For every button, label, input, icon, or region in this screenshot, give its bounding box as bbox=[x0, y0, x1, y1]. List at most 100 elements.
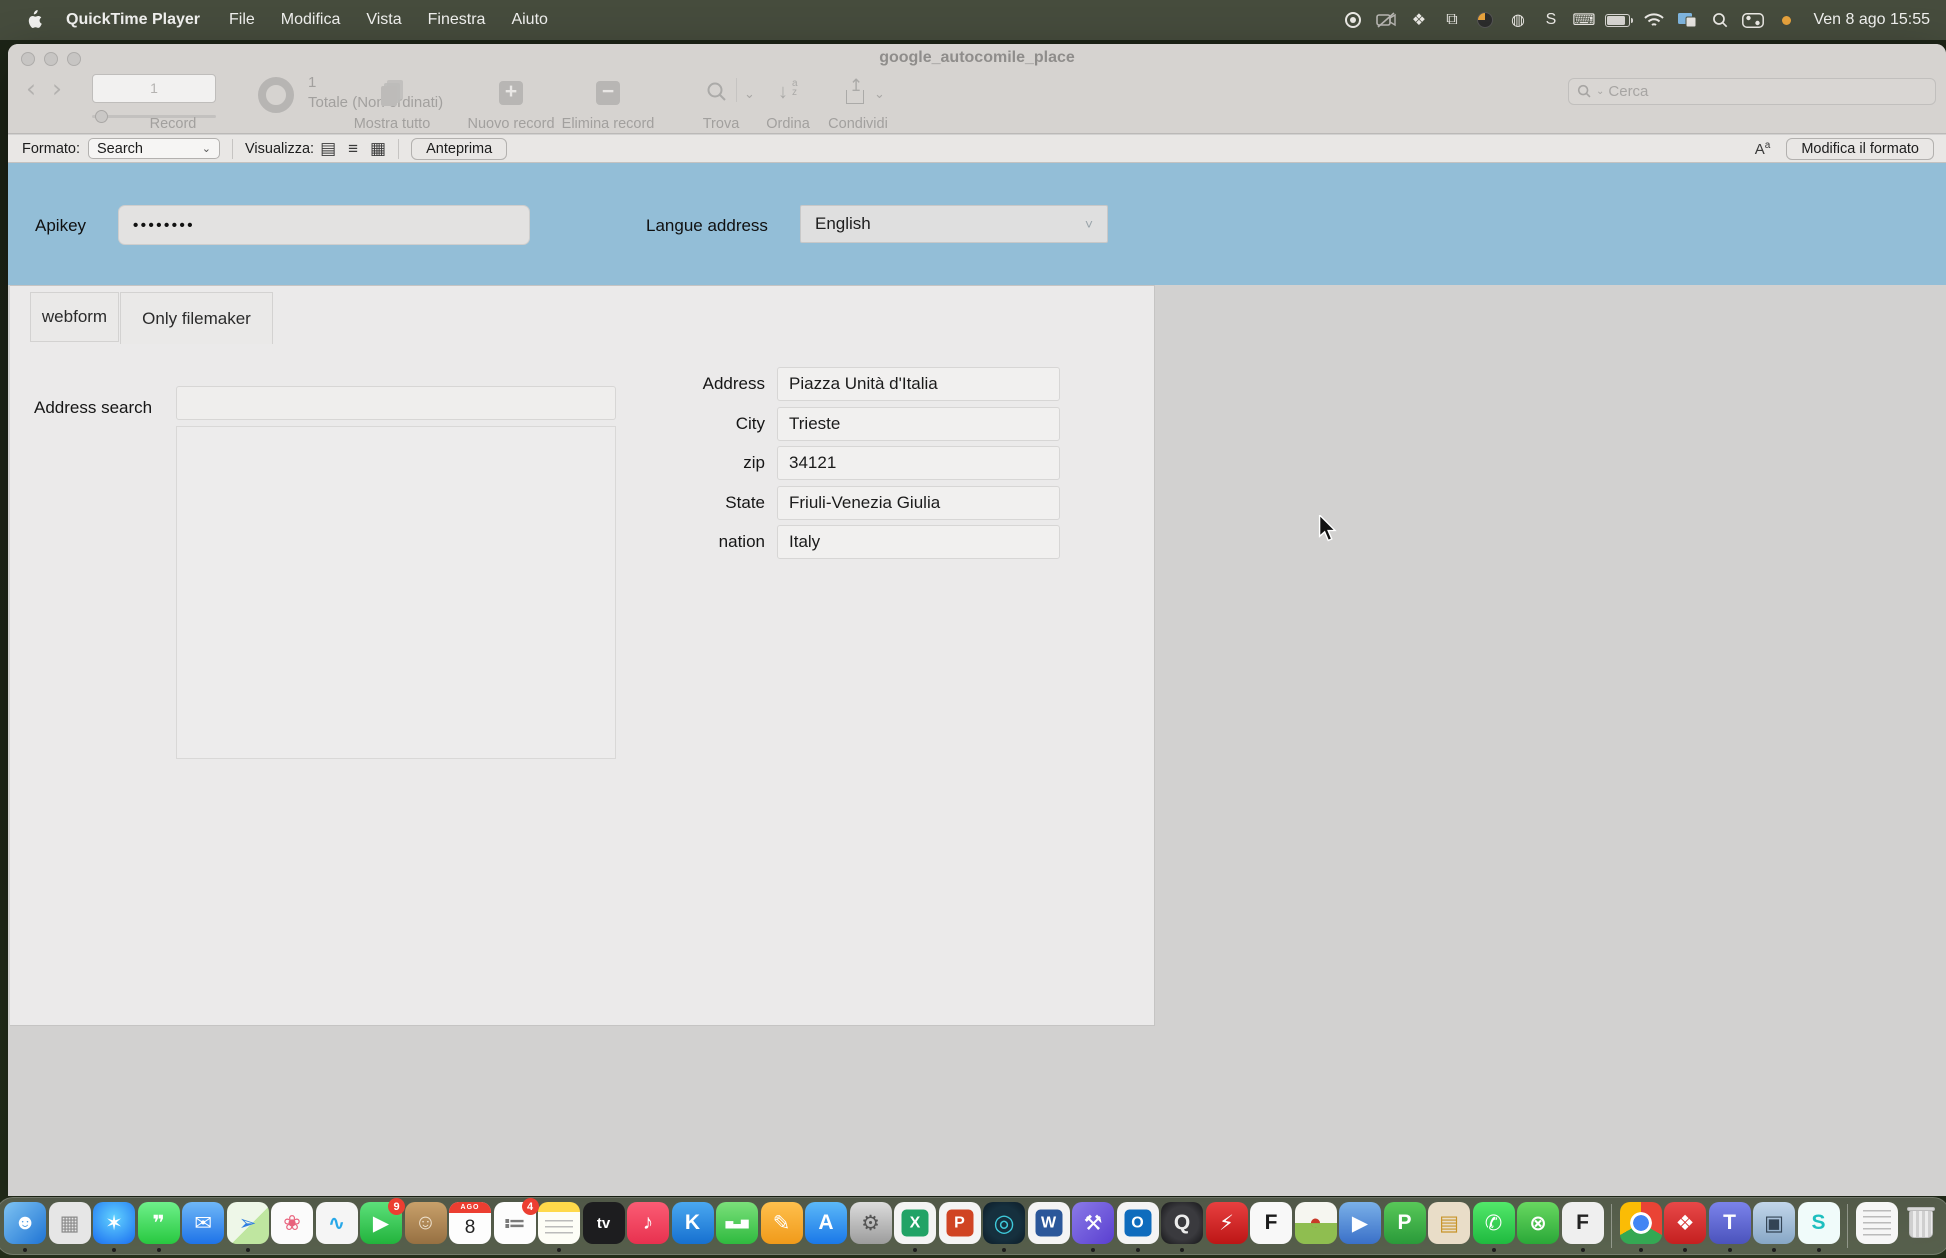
dock-item-photos[interactable]: ❀ bbox=[271, 1200, 313, 1252]
menu-app-name[interactable]: QuickTime Player bbox=[54, 11, 212, 29]
field-zip[interactable]: 34121 bbox=[777, 446, 1060, 480]
dock-item-quicktime-player[interactable]: Q bbox=[1161, 1200, 1203, 1252]
dock-item-apple-tv[interactable]: tv bbox=[583, 1200, 625, 1252]
dock-item-excel[interactable]: X bbox=[894, 1200, 936, 1252]
dock-item-calendar[interactable]: AGO8 bbox=[449, 1200, 491, 1252]
notification-dot-icon[interactable] bbox=[1774, 8, 1798, 32]
window-titlebar[interactable]: google_autocomile_place bbox=[8, 44, 1946, 68]
dropbox-icon[interactable]: ❖ bbox=[1407, 8, 1431, 32]
apikey-label: Apikey bbox=[35, 216, 86, 236]
battery-icon[interactable] bbox=[1605, 8, 1634, 32]
dock-item-virtual-machine-app[interactable]: ▣ bbox=[1753, 1200, 1795, 1252]
form-view-icon[interactable]: ▤ bbox=[320, 139, 336, 159]
dock-item-powerpoint[interactable]: P bbox=[939, 1200, 981, 1252]
dock-item-f-dark-app[interactable]: F bbox=[1562, 1200, 1604, 1252]
keyboard-icon[interactable]: ⌨ bbox=[1572, 8, 1596, 32]
dock-item-developer-tool[interactable]: ⚒ bbox=[1072, 1200, 1114, 1252]
alert-badge-icon[interactable] bbox=[1473, 8, 1497, 32]
dock-item-minimized-document[interactable] bbox=[1856, 1200, 1898, 1252]
dock-item-keynote[interactable]: K bbox=[672, 1200, 714, 1252]
delete-record-button[interactable]: Elimina record bbox=[562, 116, 655, 132]
dock-item-p-green-app[interactable]: P bbox=[1384, 1200, 1426, 1252]
finder-running-dot bbox=[23, 1248, 27, 1252]
dock-item-teams[interactable]: T bbox=[1709, 1200, 1751, 1252]
table-view-icon[interactable]: ▦ bbox=[370, 139, 386, 159]
current-record-field[interactable]: 1 bbox=[92, 74, 216, 103]
record-status-icon[interactable] bbox=[1341, 8, 1365, 32]
apikey-field[interactable]: •••••••• bbox=[118, 205, 530, 245]
dock-item-safari[interactable]: ✶ bbox=[93, 1200, 135, 1252]
dock-item-freeform[interactable]: ∿ bbox=[316, 1200, 358, 1252]
dock-item-chrome[interactable] bbox=[1620, 1200, 1662, 1252]
dock-item-facetime[interactable]: ▶9 bbox=[360, 1200, 402, 1252]
record-slider-knob[interactable] bbox=[95, 110, 108, 123]
mail-app-status-icon[interactable]: ⧉ bbox=[1440, 8, 1464, 32]
tab-webform[interactable]: webform bbox=[30, 292, 119, 342]
dock-item-mail[interactable]: ✉ bbox=[182, 1200, 224, 1252]
sort-button[interactable]: Ordina bbox=[766, 116, 810, 132]
dock-item-claris-filemaker[interactable]: ◎ bbox=[983, 1200, 1025, 1252]
dock-item-round-utility-app[interactable]: ◓ bbox=[1295, 1200, 1337, 1252]
language-select[interactable]: English ˅ bbox=[800, 205, 1108, 243]
list-view-icon[interactable]: ≡ bbox=[348, 139, 358, 159]
show-all-button[interactable]: Mostra tutto bbox=[354, 116, 431, 132]
dock-item-messages[interactable]: ❞ bbox=[138, 1200, 180, 1252]
dock-item-finder[interactable]: ☻ bbox=[4, 1200, 46, 1252]
dock-item-app-store[interactable]: A bbox=[805, 1200, 847, 1252]
dock-item-notes[interactable] bbox=[538, 1200, 580, 1252]
address-results-portal[interactable] bbox=[176, 426, 616, 759]
dock-item-system-settings[interactable]: ⚙ bbox=[850, 1200, 892, 1252]
field-nation[interactable]: Italy bbox=[777, 525, 1060, 559]
field-city[interactable]: Trieste bbox=[777, 407, 1060, 441]
layout-select[interactable]: Search ⌄ bbox=[88, 138, 220, 159]
dock-item-maps[interactable]: ➢ bbox=[227, 1200, 269, 1252]
menu-item-modifica[interactable]: Modifica bbox=[268, 11, 354, 28]
dock-item-surfshark[interactable]: S bbox=[1798, 1200, 1840, 1252]
spotlight-icon[interactable] bbox=[1708, 8, 1732, 32]
menu-item-finestra[interactable]: Finestra bbox=[415, 11, 499, 28]
dock-item-word[interactable]: W bbox=[1028, 1200, 1070, 1252]
camera-disabled-icon[interactable] bbox=[1374, 8, 1398, 32]
screen-mirroring-icon[interactable] bbox=[1675, 8, 1699, 32]
dock-item-security-shield[interactable]: ⚡ bbox=[1206, 1200, 1248, 1252]
text-formatting-icon[interactable]: Aa bbox=[1755, 140, 1771, 158]
dock-item-pages[interactable]: ✎ bbox=[761, 1200, 803, 1252]
field-address[interactable]: Piazza Unità d'Italia bbox=[777, 367, 1060, 401]
dock-item-x-green-app[interactable]: ⊗ bbox=[1517, 1200, 1559, 1252]
dock-item-outlook[interactable]: O bbox=[1117, 1200, 1159, 1252]
next-record-button[interactable]: › bbox=[52, 74, 62, 103]
field-state[interactable]: Friuli-Venezia Giulia bbox=[777, 486, 1060, 520]
quick-search-field[interactable]: ⌄ Cerca bbox=[1568, 78, 1936, 105]
control-center-icon[interactable] bbox=[1741, 8, 1765, 32]
tab-only-filemaker[interactable]: Only filemaker bbox=[120, 292, 273, 344]
wifi-icon[interactable] bbox=[1642, 8, 1666, 32]
menu-item-aiuto[interactable]: Aiuto bbox=[498, 11, 560, 28]
dock-item-whatsapp[interactable]: ✆ bbox=[1473, 1200, 1515, 1252]
menu-clock[interactable]: Ven 8 ago 15:55 bbox=[1813, 11, 1930, 29]
preview-button[interactable]: Anteprima bbox=[411, 138, 507, 160]
new-record-button[interactable]: Nuovo record bbox=[467, 116, 554, 132]
previous-record-button[interactable]: ‹ bbox=[26, 74, 36, 103]
edit-layout-button[interactable]: Modifica il formato bbox=[1786, 138, 1934, 160]
share-button[interactable]: Condividi bbox=[828, 116, 888, 132]
menu-item-vista[interactable]: Vista bbox=[353, 11, 414, 28]
dock-item-numbers[interactable]: ▅▃▆ bbox=[716, 1200, 758, 1252]
find-dropdown-chevron[interactable]: ⌄ bbox=[744, 86, 755, 102]
apple-menu-icon[interactable] bbox=[16, 10, 50, 30]
menu-item-file[interactable]: File bbox=[216, 11, 268, 28]
dock-item-anydesk[interactable]: ❖ bbox=[1664, 1200, 1706, 1252]
dock-item-reminders[interactable]: ≔4 bbox=[494, 1200, 536, 1252]
s-utility-icon[interactable]: S bbox=[1539, 8, 1563, 32]
privacy-status-icon[interactable]: ◍ bbox=[1506, 8, 1530, 32]
find-button[interactable]: Trova bbox=[703, 116, 740, 132]
dock-item-trash[interactable] bbox=[1900, 1200, 1942, 1252]
address-search-input[interactable] bbox=[176, 386, 616, 420]
dock-item-f-white-app[interactable]: F bbox=[1250, 1200, 1292, 1252]
dock-item-player-app[interactable]: ▶ bbox=[1339, 1200, 1381, 1252]
dock-item-contacts[interactable]: ☺ bbox=[405, 1200, 447, 1252]
dock-item-archive-cabinet-app[interactable]: ▤ bbox=[1428, 1200, 1470, 1252]
field-label-state: State bbox=[625, 493, 765, 513]
dock-item-launchpad[interactable]: ▦ bbox=[49, 1200, 91, 1252]
share-dropdown-chevron[interactable]: ⌄ bbox=[874, 86, 885, 102]
dock-item-music[interactable]: ♪ bbox=[627, 1200, 669, 1252]
